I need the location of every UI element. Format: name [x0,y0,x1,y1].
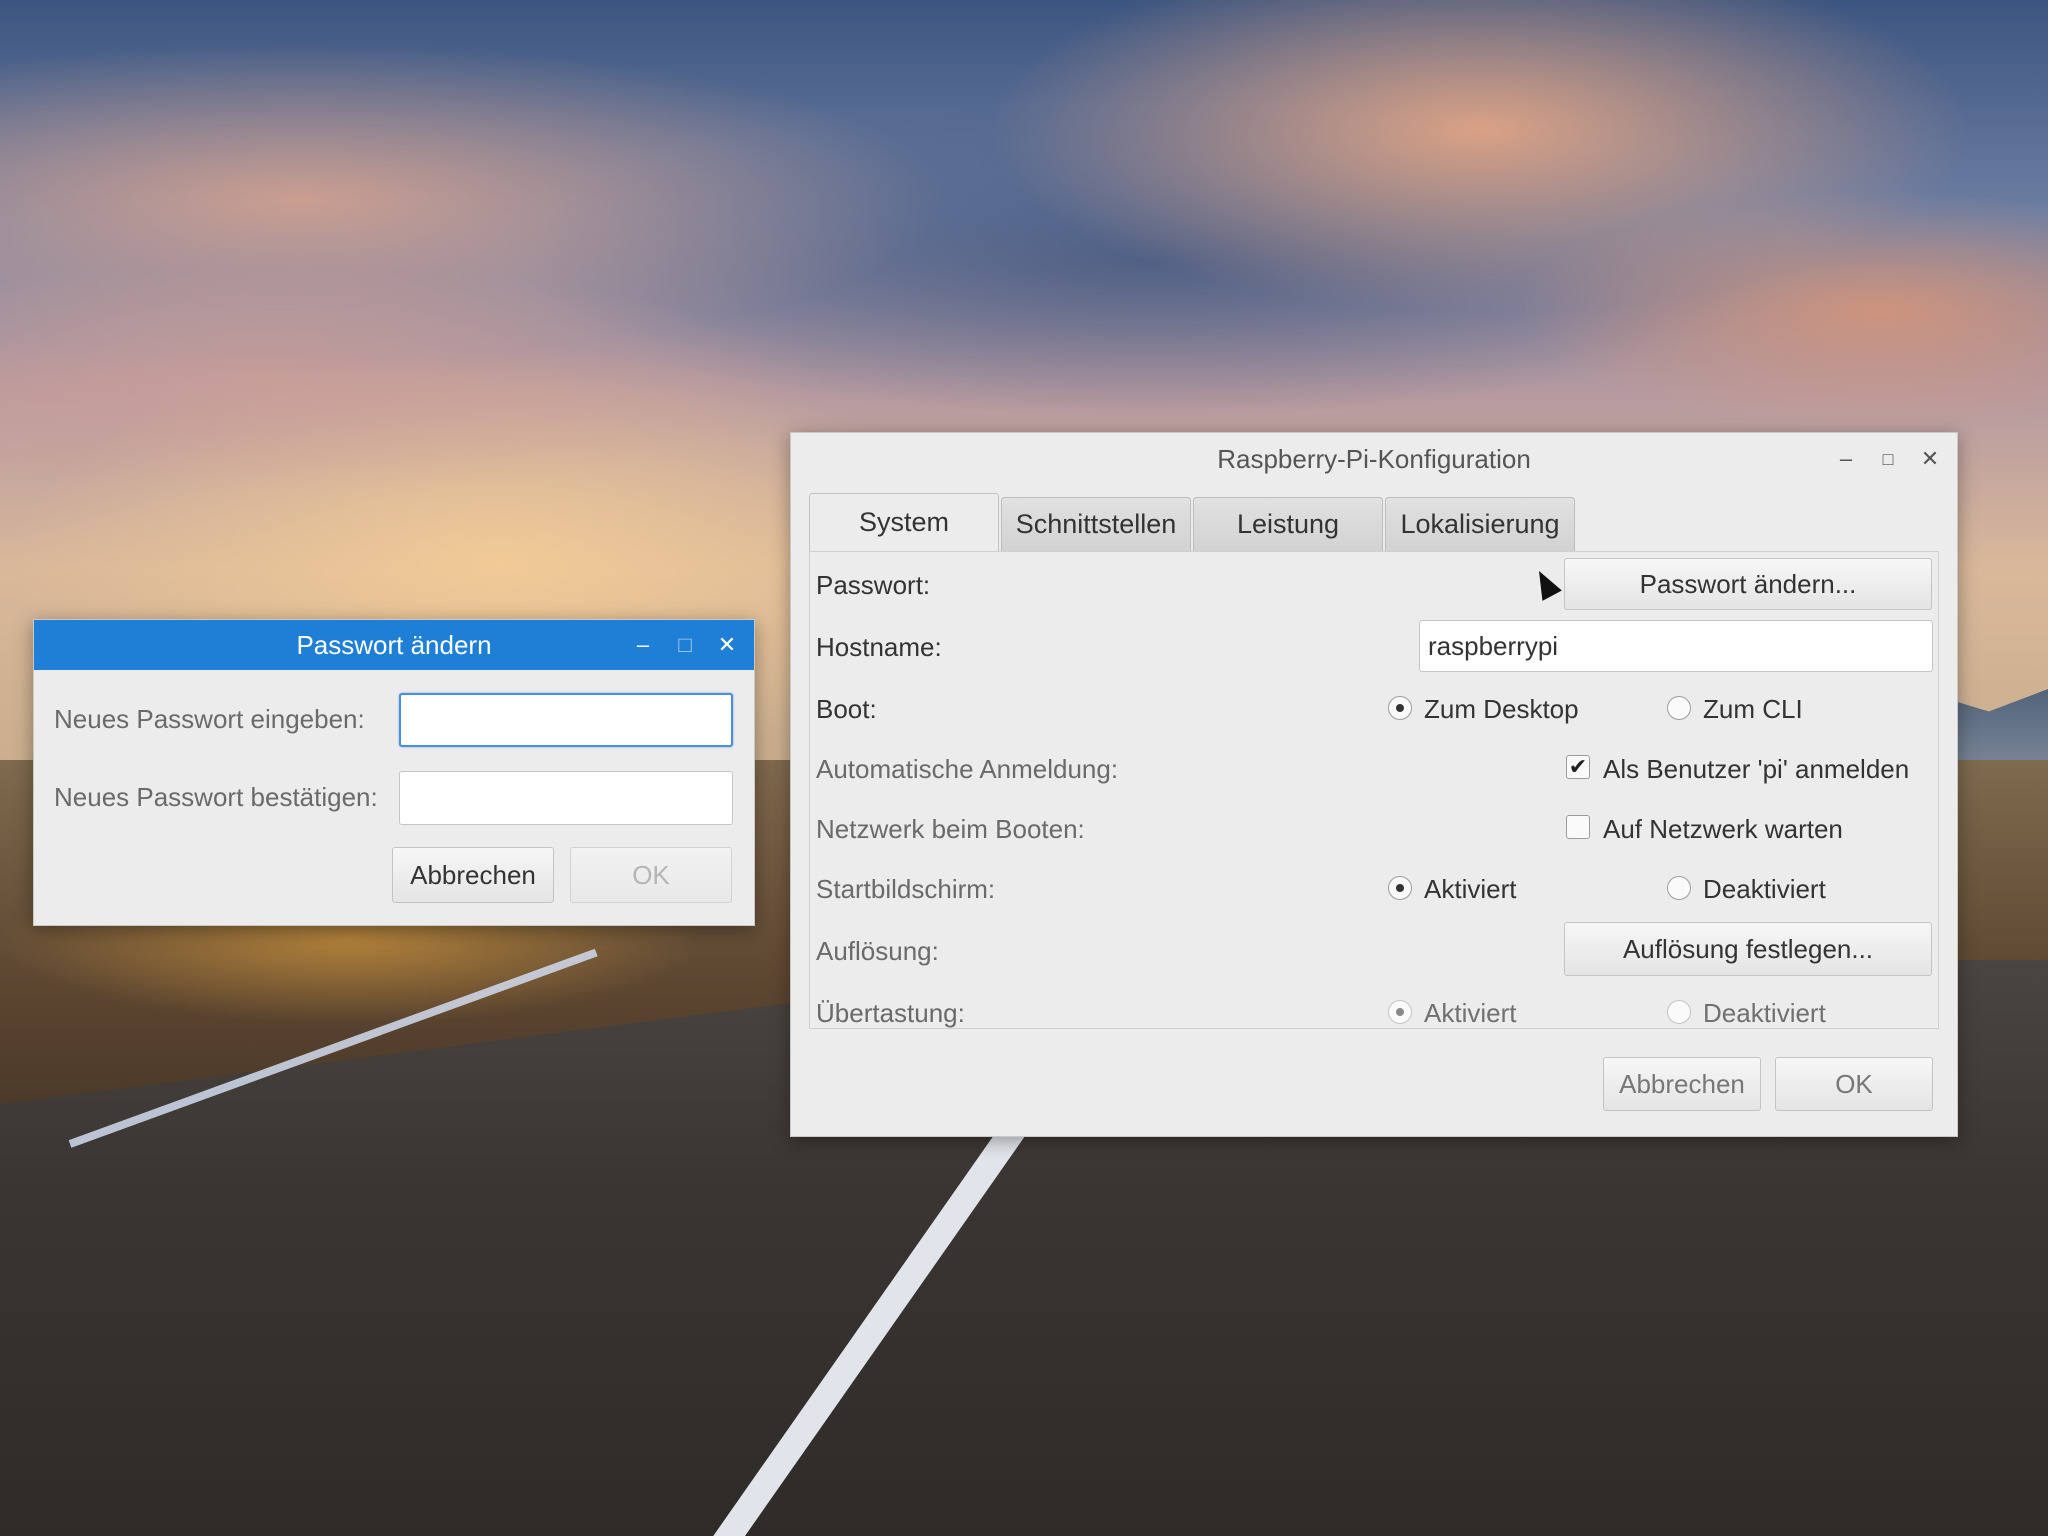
splash-enabled-radio[interactable] [1388,876,1412,900]
boot-label: Boot: [816,694,877,724]
password-row-label: Passwort: [816,570,931,600]
config-cancel-button[interactable]: Abbrechen [1603,1057,1761,1111]
boot-desktop-label[interactable]: Zum Desktop [1424,694,1579,725]
maximize-icon[interactable]: □ [672,632,698,658]
splash-screen-label: Startbildschirm: [816,874,996,904]
password-dialog-titlebar[interactable]: Passwort ändern – □ ✕ [34,620,754,670]
password-change-dialog: Passwort ändern – □ ✕ Neues Passwort ein… [33,619,755,926]
password-dialog-title: Passwort ändern [296,629,492,660]
minimize-icon[interactable]: – [630,632,656,658]
hostname-label: Hostname: [816,632,942,662]
hostname-input[interactable]: raspberrypi [1419,620,1933,672]
autologin-checkbox[interactable]: ✔ [1566,755,1590,779]
overscan-disabled-radio[interactable] [1667,1000,1691,1024]
tab-interfaces[interactable]: Schnittstellen [1001,497,1191,551]
minimize-icon[interactable]: – [1833,446,1859,472]
password-dialog-ok-button[interactable]: OK [570,847,732,903]
tab-localisation[interactable]: Lokalisierung [1385,497,1575,551]
config-window-controls: – □ ✕ [1833,433,1943,485]
system-tab-panel: Passwort: Passwort ändern... Hostname: r… [809,551,1939,1029]
config-ok-button[interactable]: OK [1775,1057,1933,1111]
boot-desktop-radio[interactable] [1388,696,1412,720]
tab-system[interactable]: System [809,493,999,551]
autologin-label: Automatische Anmeldung: [816,754,1119,784]
new-password-field[interactable] [399,693,733,747]
config-window-title: Raspberry-Pi-Konfiguration [1217,443,1531,474]
password-dialog-cancel-button[interactable]: Abbrechen [392,847,554,903]
splash-enabled-label[interactable]: Aktiviert [1424,874,1516,905]
change-password-button[interactable]: Passwort ändern... [1564,558,1932,610]
confirm-password-label: Neues Passwort bestätigen: [54,782,378,812]
confirm-password-field[interactable] [399,771,733,825]
splash-disabled-label[interactable]: Deaktiviert [1703,874,1826,905]
config-window-titlebar[interactable]: Raspberry-Pi-Konfiguration – □ ✕ [791,433,1957,485]
raspberry-pi-configuration-window: Raspberry-Pi-Konfiguration – □ ✕ System … [790,432,1958,1137]
config-tabs: System Schnittstellen Leistung Lokalisie… [809,493,1577,551]
overscan-enabled-radio[interactable] [1388,1000,1412,1024]
network-boot-label: Netzwerk beim Booten: [816,814,1085,844]
autologin-checkbox-label[interactable]: Als Benutzer 'pi' anmelden [1603,754,1909,785]
close-icon[interactable]: ✕ [714,632,740,658]
maximize-icon[interactable]: □ [1875,446,1901,472]
splash-disabled-radio[interactable] [1667,876,1691,900]
set-resolution-button[interactable]: Auflösung festlegen... [1564,922,1932,976]
new-password-label: Neues Passwort eingeben: [54,704,365,734]
overscan-enabled-label[interactable]: Aktiviert [1424,998,1516,1029]
wait-for-network-checkbox[interactable] [1566,815,1590,839]
close-icon[interactable]: ✕ [1917,446,1943,472]
password-dialog-window-controls: – □ ✕ [630,620,740,670]
overscan-disabled-label[interactable]: Deaktiviert [1703,998,1826,1029]
tab-performance[interactable]: Leistung [1193,497,1383,551]
boot-cli-label[interactable]: Zum CLI [1703,694,1803,725]
wait-for-network-label[interactable]: Auf Netzwerk warten [1603,814,1843,845]
boot-cli-radio[interactable] [1667,696,1691,720]
overscan-label: Übertastung: [816,998,965,1028]
resolution-label: Auflösung: [816,936,939,966]
